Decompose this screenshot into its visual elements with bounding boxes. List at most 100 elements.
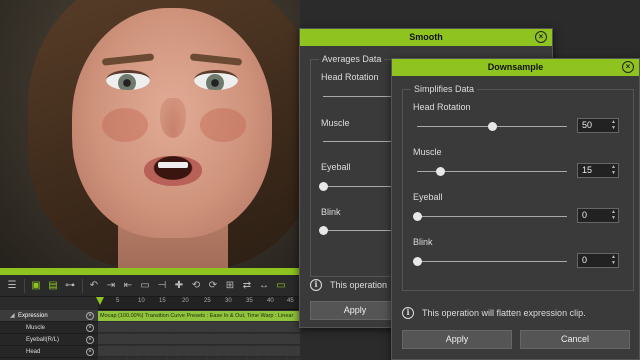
undo-icon[interactable]: ↶ (86, 278, 102, 294)
cancel-button[interactable]: Cancel (520, 330, 630, 349)
track-list: ◢ Expression × Muscle × Eyeball(R/L) × H… (0, 310, 98, 360)
sync-icon[interactable]: ⇄ (239, 278, 255, 294)
track-row-eyeball[interactable]: Eyeball(R/L) × (0, 334, 98, 346)
apply-button[interactable]: Apply (310, 301, 400, 320)
slider-knob[interactable] (319, 226, 328, 235)
list-icon[interactable]: ☰ (4, 278, 20, 294)
add-key-icon[interactable]: ✚ (171, 278, 187, 294)
smooth-dialog-title-bar[interactable]: Smooth × (300, 29, 552, 46)
right-brow (189, 53, 243, 66)
playhead-marker[interactable] (96, 297, 104, 305)
clip-icon[interactable]: ▭ (137, 278, 153, 294)
track-label: Muscle (26, 324, 46, 331)
simplifies-data-group: Simplifies Data Head Rotation 50 ▲ ▼ Muscl… (402, 84, 634, 291)
collapse-arrow-icon[interactable]: ◢ (10, 312, 15, 319)
character-nose (160, 98, 186, 138)
key-icon[interactable]: ▣ (28, 278, 44, 294)
ruler-tick: 35 (246, 298, 253, 304)
split-icon[interactable]: ⊣ (154, 278, 170, 294)
spin-arrows-icon[interactable]: ▲ ▼ (611, 209, 616, 221)
downsample-dialog: Downsample × Simplifies Data Head Rotati… (391, 58, 640, 360)
track-row-expression[interactable]: ◢ Expression × (0, 310, 98, 322)
track-icon[interactable]: ▤ (45, 278, 61, 294)
ruler-tick: 15 (159, 298, 166, 304)
redo-icon[interactable]: ⟳ (205, 278, 221, 294)
viewport-render (0, 0, 300, 268)
timeline-accent-bar (0, 268, 300, 275)
close-icon[interactable]: × (535, 31, 547, 43)
insert-icon[interactable]: ⇥ (103, 278, 119, 294)
ruler-tick: 20 (182, 298, 189, 304)
slider-label: Blink (413, 237, 433, 247)
spin-arrows-icon[interactable]: ▲ ▼ (611, 164, 616, 176)
ruler-tick: 5 (116, 298, 120, 304)
left-cheek (102, 108, 148, 142)
apply-button[interactable]: Apply (402, 330, 512, 349)
left-eye (106, 70, 150, 90)
spin-value: 0 (582, 210, 588, 220)
eyeball-slider[interactable] (413, 212, 567, 221)
slider-knob[interactable] (488, 122, 497, 131)
slider-knob[interactable] (319, 182, 328, 191)
stretch-icon[interactable]: ↔ (256, 278, 272, 294)
flag-icon[interactable]: ▭ (273, 278, 289, 294)
slider-knob[interactable] (413, 212, 422, 221)
info-message: i This operation will flatten expression… (402, 307, 586, 319)
clip-subtrack (98, 334, 300, 345)
group-title: Simplifies Data (411, 84, 478, 94)
ruler-tick: 10 (138, 298, 145, 304)
track-label: Expression (18, 312, 48, 319)
character-mouth (144, 156, 202, 186)
right-cheek (200, 108, 246, 142)
slider-knob[interactable] (435, 167, 445, 176)
head-rotation-spinbox[interactable]: 50 ▲ ▼ (577, 118, 619, 133)
info-message: i This operation (310, 279, 387, 291)
slider-label: Eyeball (321, 162, 351, 172)
remove-track-icon[interactable]: × (86, 336, 94, 344)
toolbar-separator (24, 278, 25, 293)
slider-label: Head Rotation (321, 72, 379, 82)
slider-label: Muscle (413, 147, 442, 157)
dialog-title: Downsample (487, 62, 544, 72)
track-row-muscle[interactable]: Muscle × (0, 322, 98, 334)
spin-arrows-icon[interactable]: ▲ ▼ (611, 254, 616, 266)
muscle-slider[interactable] (417, 167, 567, 176)
track-label: Head (26, 348, 41, 355)
close-icon[interactable]: × (622, 61, 634, 73)
timeline-ruler[interactable]: 5 10 15 20 25 30 35 40 45 (96, 297, 300, 310)
info-text: This operation will flatten expression c… (422, 308, 586, 318)
remove-track-icon[interactable]: × (86, 348, 94, 356)
dialog-title: Smooth (409, 32, 443, 42)
head-rotation-slider[interactable] (417, 122, 567, 131)
blink-slider[interactable] (413, 257, 567, 266)
mocap-clip[interactable]: Mocap (100.00%) Transition Curve Presets… (98, 311, 308, 321)
link-icon[interactable]: ⊶ (62, 278, 78, 294)
slider-label: Muscle (321, 118, 350, 128)
info-text: This operation (330, 280, 388, 290)
slider-knob[interactable] (413, 257, 422, 266)
spin-arrows-icon[interactable]: ▲ ▼ (611, 119, 616, 131)
remove-track-icon[interactable]: × (86, 324, 94, 332)
character-face (72, 8, 272, 238)
info-icon: i (402, 307, 414, 319)
info-icon: i (310, 279, 322, 291)
right-eye (194, 70, 238, 90)
group-title: Averages Data (319, 54, 385, 64)
slider-label: Eyeball (413, 192, 443, 202)
downsample-dialog-title-bar[interactable]: Downsample × (392, 59, 639, 76)
remove-icon[interactable]: ⇤ (120, 278, 136, 294)
clip-subtrack (98, 322, 300, 333)
blink-spinbox[interactable]: 0 ▲ ▼ (577, 253, 619, 268)
ruler-tick: 45 (287, 298, 294, 304)
spin-value: 50 (582, 120, 593, 130)
track-label: Eyeball(R/L) (26, 336, 60, 343)
left-brow (101, 53, 155, 66)
eyeball-spinbox[interactable]: 0 ▲ ▼ (577, 208, 619, 223)
align-icon[interactable]: ⊞ (222, 278, 238, 294)
track-row-head[interactable]: Head × (0, 346, 98, 358)
clip-area[interactable]: Mocap (100.00%) Transition Curve Presets… (98, 310, 308, 360)
muscle-spinbox[interactable]: 15 ▲ ▼ (577, 163, 619, 178)
toolbar-separator (82, 278, 83, 293)
loop-icon[interactable]: ⟲ (188, 278, 204, 294)
remove-track-icon[interactable]: × (86, 312, 94, 320)
